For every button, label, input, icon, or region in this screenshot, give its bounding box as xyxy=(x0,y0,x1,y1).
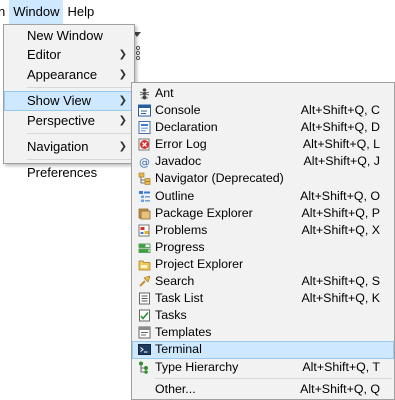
menu-item-tasks[interactable]: Tasks xyxy=(132,307,394,324)
menu-item-shortcut: Alt+Shift+Q, X xyxy=(301,222,380,237)
menu-separator xyxy=(27,132,132,134)
menu-item-label: Editor xyxy=(27,47,61,63)
menu-item-javadoc[interactable]: @ Javadoc Alt+Shift+Q, J xyxy=(132,153,394,170)
menu-item-label: Tasks xyxy=(155,308,187,323)
menu-item-search[interactable]: Search Alt+Shift+Q, S xyxy=(132,273,394,290)
menu-item-other[interactable]: Other... Alt+Shift+Q, Q xyxy=(132,381,394,398)
menu-item-label: Other... xyxy=(155,381,196,396)
menu-item-label: Declaration xyxy=(155,120,218,135)
menu-item-package-explorer[interactable]: Package Explorer Alt+Shift+Q, P xyxy=(132,205,394,222)
chevron-right-icon: ❯ xyxy=(118,114,127,126)
menu-item-shortcut: Alt+Shift+Q, K xyxy=(301,291,380,306)
menu-item-label: Perspective xyxy=(27,112,95,128)
menu-item-shortcut: Alt+Shift+Q, L xyxy=(302,137,380,152)
menu-separator xyxy=(27,159,132,161)
menu-item-label: Progress xyxy=(155,239,205,254)
menu-item-label: Type Hierarchy xyxy=(155,359,239,374)
menu-item-shortcut: Alt+Shift+Q, S xyxy=(301,274,380,289)
menu-item-project-explorer[interactable]: Project Explorer xyxy=(132,256,394,273)
menu-item-ant[interactable]: Ant xyxy=(132,85,394,102)
menu-item-shortcut: Alt+Shift+Q, D xyxy=(300,120,380,135)
project-explorer-icon xyxy=(138,260,151,271)
menu-item-label: Templates xyxy=(155,325,212,340)
menu-item-label: Console xyxy=(155,103,201,118)
svg-text:@: @ xyxy=(139,156,150,168)
menu-item-label: Preferences xyxy=(27,165,98,181)
menu-item-declaration[interactable]: Declaration Alt+Shift+Q, D xyxy=(132,119,394,136)
menubar-item-window[interactable]: Window xyxy=(9,0,64,24)
menu-item-shortcut: Alt+Shift+Q, O xyxy=(300,188,380,203)
menu-item-label: Task List xyxy=(155,291,204,306)
toolbar-grip-icon xyxy=(135,45,141,61)
menu-item-editor[interactable]: Editor ❯ xyxy=(4,45,134,64)
problems-icon xyxy=(138,224,150,237)
menu-item-label: Navigation xyxy=(27,138,89,154)
javadoc-icon: @ xyxy=(139,156,150,168)
menu-item-problems[interactable]: Problems Alt+Shift+Q, X xyxy=(132,222,394,239)
menu-item-show-view[interactable]: Show View ❯ xyxy=(4,91,134,111)
tasks-icon xyxy=(139,309,150,322)
menu-separator xyxy=(27,87,132,89)
menu-item-label: Appearance xyxy=(27,66,98,82)
outline-icon xyxy=(139,190,150,202)
menu-item-label: Outline xyxy=(155,188,195,203)
menu-item-outline[interactable]: Outline Alt+Shift+Q, O xyxy=(132,188,394,205)
menu-item-new-window[interactable]: New Window xyxy=(4,26,134,45)
menu-item-shortcut: Alt+Shift+Q, C xyxy=(300,103,380,118)
chevron-right-icon: ❯ xyxy=(118,68,127,80)
menu-item-console[interactable]: Console Alt+Shift+Q, C xyxy=(132,102,394,119)
menu-item-label: Package Explorer xyxy=(155,205,253,220)
eclipse-window: n Window Help New Window Editor ❯ Appear… xyxy=(0,0,395,400)
menu-item-label: Terminal xyxy=(155,342,202,357)
menu-item-label: Error Log xyxy=(155,137,207,152)
menu-separator xyxy=(155,377,392,379)
menubar: n Window Help xyxy=(0,0,395,24)
chevron-right-icon: ❯ xyxy=(118,140,127,152)
menu-item-label: Navigator (Deprecated) xyxy=(155,171,284,186)
menu-item-terminal[interactable]: Terminal xyxy=(132,341,394,359)
ant-icon xyxy=(139,88,150,100)
task-list-icon xyxy=(139,292,150,305)
show-view-submenu: Ant Console Alt+Shift+Q, C Declaration A… xyxy=(131,82,395,400)
error-log-icon xyxy=(138,138,150,151)
console-icon xyxy=(138,104,151,117)
menu-item-label: Problems xyxy=(155,222,208,237)
templates-icon xyxy=(138,326,151,339)
menu-item-label: Show View xyxy=(27,93,92,109)
chevron-right-icon: ❯ xyxy=(118,49,127,61)
menu-item-templates[interactable]: Templates xyxy=(132,324,394,341)
package-explorer-icon xyxy=(138,208,151,220)
menu-item-label: Ant xyxy=(155,86,174,100)
menu-item-error-log[interactable]: Error Log Alt+Shift+Q, L xyxy=(132,136,394,153)
menubar-item-partial[interactable]: n xyxy=(0,0,9,24)
chevron-right-icon: ❯ xyxy=(118,95,127,107)
progress-icon xyxy=(138,243,151,253)
menu-item-label: Project Explorer xyxy=(155,256,244,271)
menu-item-label: Search xyxy=(155,274,195,289)
menu-item-label: New Window xyxy=(27,28,103,43)
menu-item-shortcut: Alt+Shift+Q, J xyxy=(303,154,380,169)
menu-item-preferences[interactable]: Preferences xyxy=(4,163,134,182)
navigator-icon xyxy=(138,173,151,186)
menu-item-appearance[interactable]: Appearance ❯ xyxy=(4,65,134,84)
menu-item-shortcut: Alt+Shift+Q, Q xyxy=(300,381,380,396)
menu-item-shortcut: Alt+Shift+Q, T xyxy=(302,359,380,374)
window-menu: New Window Editor ❯ Appearance ❯ Show Vi… xyxy=(3,24,135,180)
menu-item-shortcut: Alt+Shift+Q, P xyxy=(301,205,380,220)
menu-item-task-list[interactable]: Task List Alt+Shift+Q, K xyxy=(132,290,394,307)
menu-item-label: Javadoc xyxy=(155,154,202,169)
menu-item-progress[interactable]: Progress xyxy=(132,239,394,256)
menubar-item-help[interactable]: Help xyxy=(63,0,98,24)
menu-item-navigator[interactable]: Navigator (Deprecated) xyxy=(132,170,394,187)
declaration-icon xyxy=(138,121,151,135)
search-icon xyxy=(139,275,151,287)
terminal-icon xyxy=(138,344,151,356)
menu-item-navigation[interactable]: Navigation ❯ xyxy=(4,137,134,156)
menu-item-perspective[interactable]: Perspective ❯ xyxy=(4,111,134,130)
menu-item-type-hierarchy[interactable]: Type Hierarchy Alt+Shift+Q, T xyxy=(132,359,394,376)
type-hierarchy-icon xyxy=(139,361,148,374)
